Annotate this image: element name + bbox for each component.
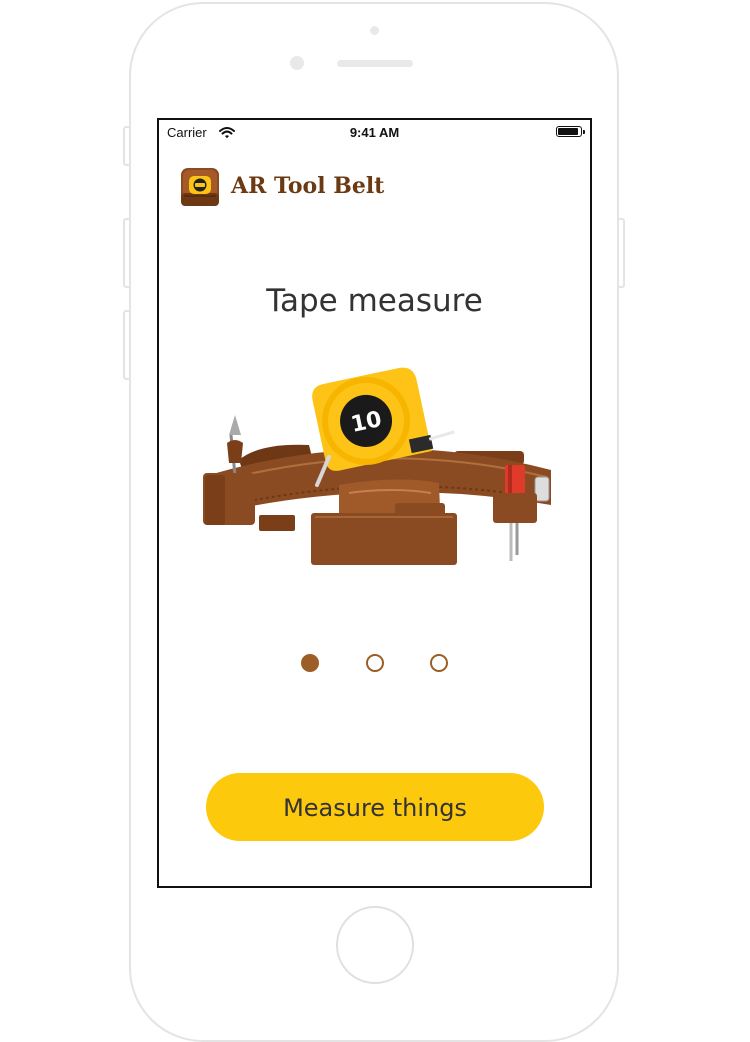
clock: 9:41 AM: [349, 125, 400, 140]
page-dot-3[interactable]: [430, 654, 448, 672]
volume-down-button: [123, 310, 131, 380]
app-title: AR Tool Belt: [231, 173, 385, 199]
phone-screen: Carrier 9:41 AM AR Tool Belt Tape measur…: [157, 118, 592, 888]
front-camera: [290, 56, 304, 70]
power-button: [617, 218, 625, 288]
status-bar: Carrier 9:41 AM: [159, 120, 590, 146]
page-indicator: [301, 654, 451, 672]
tool-belt-app-icon: [181, 168, 219, 206]
page-dot-1[interactable]: [301, 654, 319, 672]
slide-title: Tape measure: [266, 283, 483, 319]
battery-icon: [556, 126, 585, 137]
measure-things-button[interactable]: Measure things: [206, 773, 544, 841]
mute-switch: [123, 126, 131, 166]
tool-belt-illustration: 10: [199, 365, 559, 580]
volume-up-button: [123, 218, 131, 288]
page-dot-2[interactable]: [366, 654, 384, 672]
home-button[interactable]: [336, 906, 414, 984]
proximity-sensor: [370, 26, 379, 35]
earpiece-speaker: [337, 60, 413, 67]
